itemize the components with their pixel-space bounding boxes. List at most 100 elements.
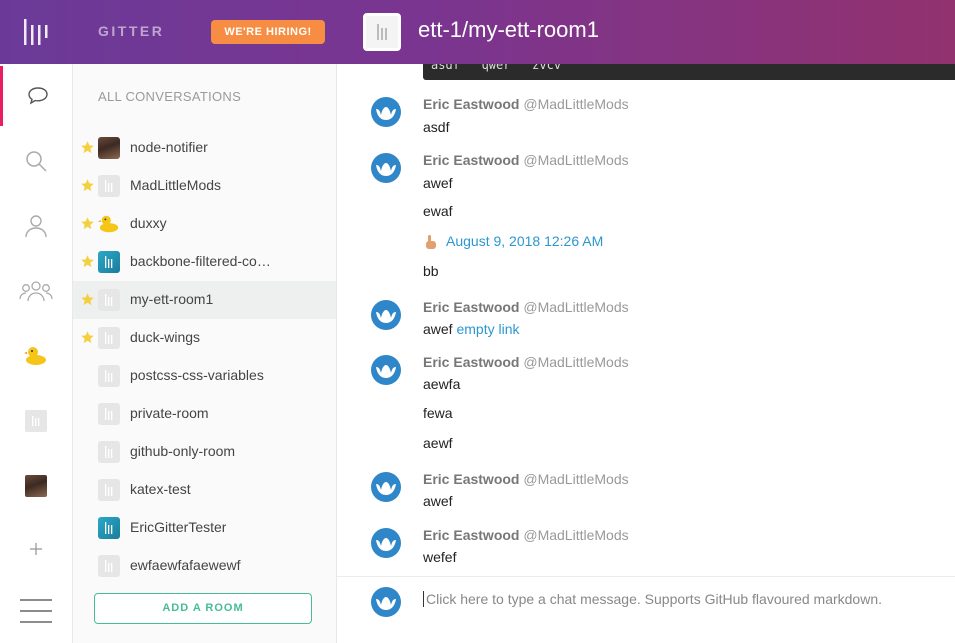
- message-author: Eric Eastwood @MadLittleMods: [423, 299, 629, 315]
- conversation-item[interactable]: duck-wings: [73, 319, 336, 357]
- conversation-item[interactable]: ewfaewfafaewewf: [73, 547, 336, 585]
- person-icon: [25, 215, 47, 238]
- people-icon: [19, 281, 53, 302]
- room-title: ett-1/my-ett-room1: [418, 17, 599, 42]
- conversation-label: my-ett-room1: [130, 291, 214, 307]
- gitter-icon: [377, 24, 387, 40]
- left-nav-rail: [0, 64, 73, 643]
- author-handle[interactable]: @MadLittleMods: [523, 152, 628, 168]
- message-text: asdf: [423, 119, 450, 135]
- chat-input-area: Click here to type a chat message. Suppo…: [337, 576, 955, 643]
- room-avatar: [98, 403, 120, 425]
- conversation-label: katex-test: [130, 481, 191, 497]
- message-avatar[interactable]: [370, 96, 402, 128]
- conversation-label: MadLittleMods: [130, 177, 222, 193]
- conversation-label: backbone-filtered-co…: [130, 253, 271, 269]
- conversation-label: EricGitterTester: [130, 519, 227, 535]
- hiring-badge[interactable]: WE'RE HIRING!: [211, 20, 325, 44]
- rail-conversations[interactable]: [0, 66, 72, 126]
- room-avatar: [363, 13, 401, 51]
- gitter-logo-icon[interactable]: [22, 17, 50, 47]
- menu-icon: [20, 599, 52, 623]
- author-name[interactable]: Eric Eastwood: [423, 96, 519, 112]
- room-avatar: [98, 517, 120, 539]
- author-handle[interactable]: @MadLittleMods: [523, 471, 628, 487]
- message-text: aewfa: [423, 376, 461, 392]
- message-text: awef empty link: [423, 321, 520, 337]
- author-name[interactable]: Eric Eastwood: [423, 299, 519, 315]
- message-author: Eric Eastwood @MadLittleMods: [423, 471, 629, 487]
- star-icon[interactable]: [80, 140, 95, 155]
- chat-icon: [27, 87, 48, 105]
- brand-name[interactable]: GITTER: [98, 23, 164, 39]
- room-avatar: [98, 365, 120, 387]
- conversation-item[interactable]: postcss-css-variables: [73, 357, 336, 395]
- conversation-item[interactable]: EricGitterTester: [73, 509, 336, 547]
- message-timestamp[interactable]: August 9, 2018 12:26 AM: [446, 233, 603, 249]
- chat-input[interactable]: Click here to type a chat message. Suppo…: [423, 591, 882, 607]
- code-block: asdf ``qwer`` zvcv: [423, 64, 955, 80]
- conversation-item[interactable]: github-only-room: [73, 433, 336, 471]
- rail-communities[interactable]: [0, 261, 72, 321]
- user-photo-icon: [25, 475, 47, 497]
- conversations-heading: ALL CONVERSATIONS: [98, 89, 242, 104]
- app-header: GITTER WE'RE HIRING! ett-1/my-ett-room1: [0, 0, 955, 64]
- room-avatar: [98, 251, 120, 273]
- gitter-icon: [25, 410, 47, 432]
- message-avatar[interactable]: [370, 471, 402, 503]
- author-handle[interactable]: @MadLittleMods: [523, 96, 628, 112]
- search-icon: [26, 151, 47, 172]
- conversation-label: ewfaewfafaewewf: [130, 557, 241, 573]
- author-name[interactable]: Eric Eastwood: [423, 471, 519, 487]
- author-name[interactable]: Eric Eastwood: [423, 527, 519, 543]
- conversation-item[interactable]: duxxy: [73, 205, 336, 243]
- message-text: aewf: [423, 435, 453, 451]
- conversation-item[interactable]: backbone-filtered-co…: [73, 243, 336, 281]
- rail-people[interactable]: [0, 196, 72, 256]
- message-author: Eric Eastwood @MadLittleMods: [423, 96, 629, 112]
- message-link[interactable]: empty link: [456, 321, 519, 337]
- star-icon[interactable]: [80, 178, 95, 193]
- message-text-part: awef: [423, 321, 453, 337]
- author-name[interactable]: Eric Eastwood: [423, 152, 519, 168]
- conversation-label: node-notifier: [130, 139, 208, 155]
- star-icon[interactable]: [80, 216, 95, 231]
- rail-community-photo[interactable]: [0, 456, 72, 516]
- star-icon[interactable]: [80, 330, 95, 345]
- author-handle[interactable]: @MadLittleMods: [523, 299, 628, 315]
- add-room-button[interactable]: ADD A ROOM: [94, 593, 312, 624]
- conversation-label: postcss-css-variables: [130, 367, 264, 383]
- conversation-item[interactable]: node-notifier: [73, 129, 336, 167]
- room-avatar: [98, 175, 120, 197]
- conversations-panel: ALL CONVERSATIONS node-notifier MadLittle…: [73, 64, 337, 643]
- author-handle[interactable]: @MadLittleMods: [523, 354, 628, 370]
- conversation-item[interactable]: katex-test: [73, 471, 336, 509]
- message-author: Eric Eastwood @MadLittleMods: [423, 152, 629, 168]
- current-user-avatar[interactable]: [370, 586, 402, 618]
- room-avatar: [98, 137, 120, 159]
- author-name[interactable]: Eric Eastwood: [423, 354, 519, 370]
- conversation-label: duxxy: [130, 215, 167, 231]
- message-author: Eric Eastwood @MadLittleMods: [423, 354, 629, 370]
- message-text: ewaf: [423, 203, 453, 219]
- rail-add-community[interactable]: [0, 519, 72, 579]
- conversation-item[interactable]: my-ett-room1: [73, 281, 336, 319]
- pointing-hand-icon: [423, 233, 441, 251]
- message-avatar[interactable]: [370, 354, 402, 386]
- message-avatar[interactable]: [370, 152, 402, 184]
- room-avatar: [98, 289, 120, 311]
- conversation-item[interactable]: MadLittleMods: [73, 167, 336, 205]
- author-handle[interactable]: @MadLittleMods: [523, 527, 628, 543]
- conversation-item[interactable]: private-room: [73, 395, 336, 433]
- star-icon[interactable]: [80, 254, 95, 269]
- rail-menu[interactable]: [0, 581, 72, 641]
- message-author: Eric Eastwood @MadLittleMods: [423, 527, 629, 543]
- rail-community-gitter[interactable]: [0, 391, 72, 451]
- rail-community-duck[interactable]: [0, 326, 72, 386]
- message-avatar[interactable]: [370, 299, 402, 331]
- conversation-label: private-room: [130, 405, 209, 421]
- star-icon[interactable]: [80, 292, 95, 307]
- message-avatar[interactable]: [370, 527, 402, 559]
- rail-search[interactable]: [0, 131, 72, 191]
- conversation-label: duck-wings: [130, 329, 201, 345]
